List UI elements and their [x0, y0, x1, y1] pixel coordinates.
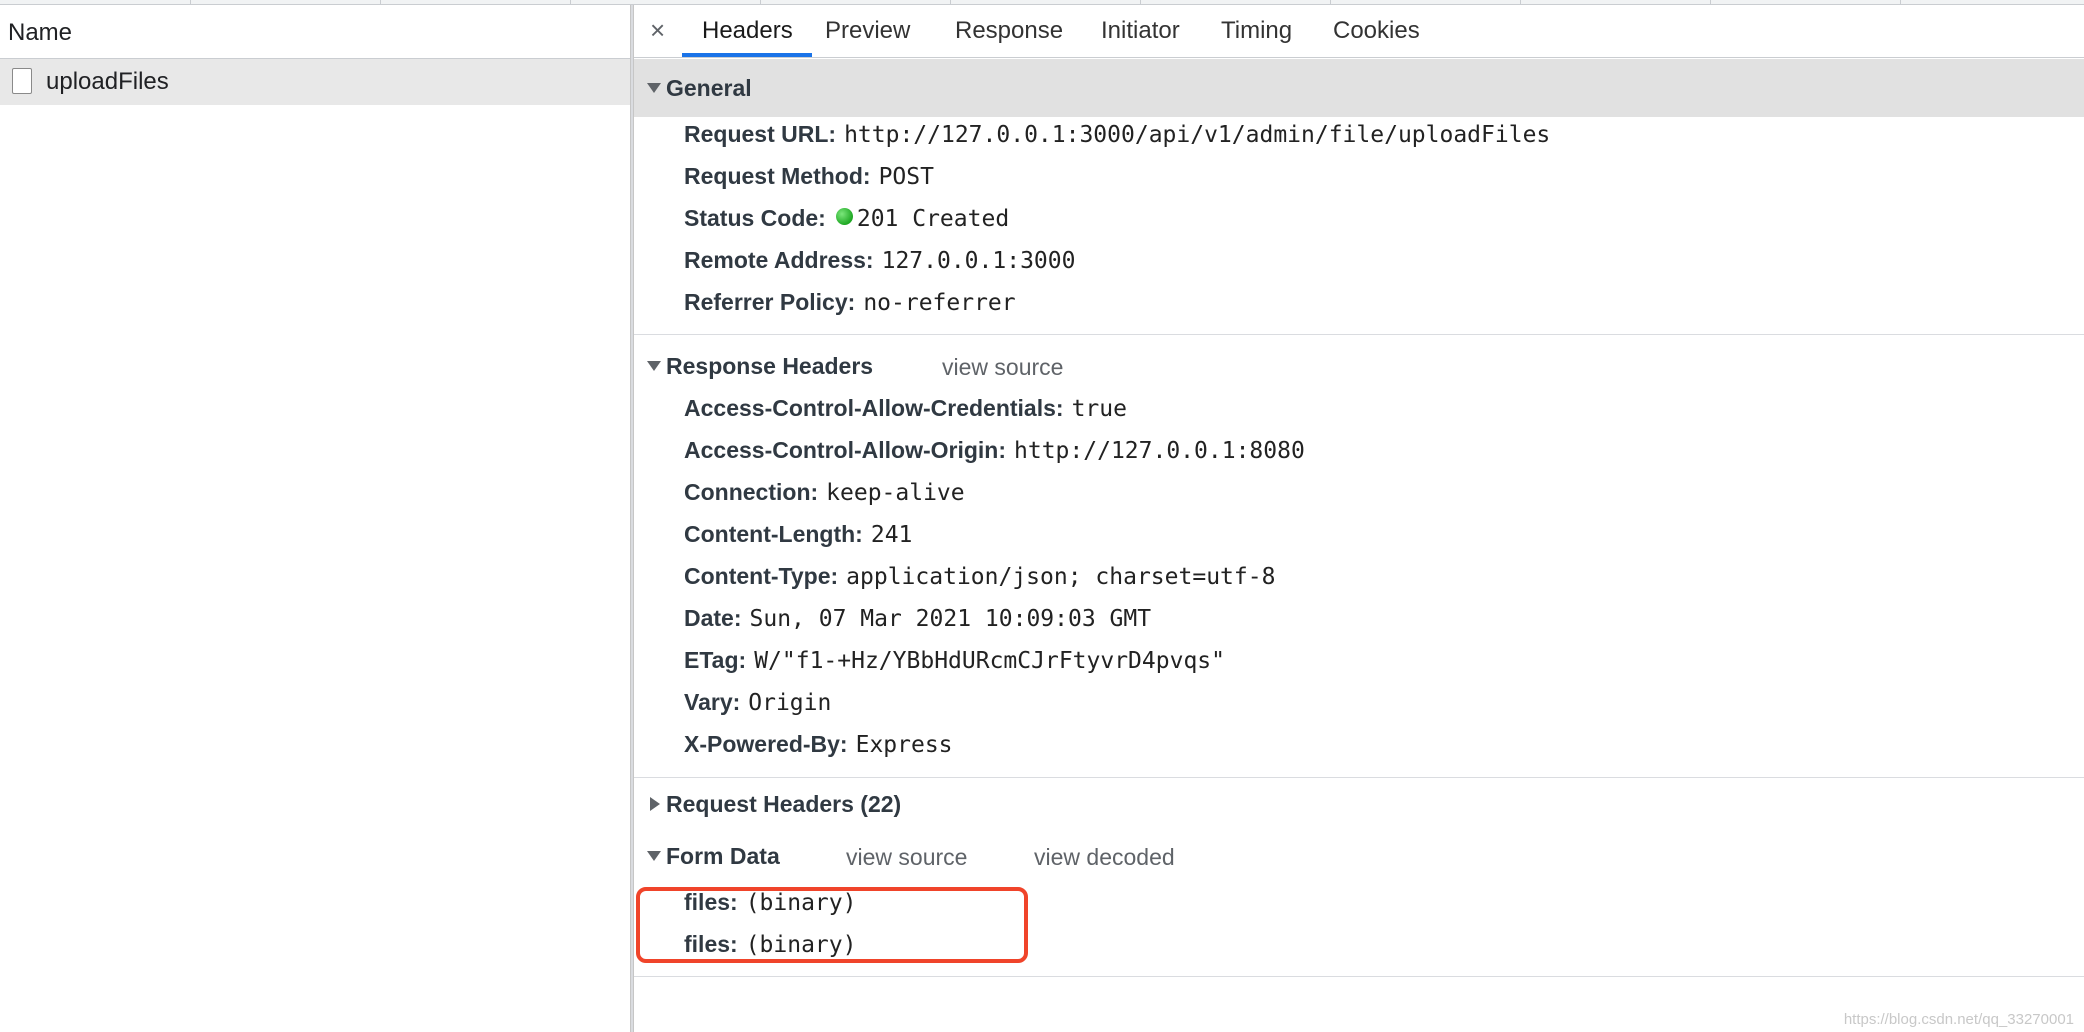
header-value: POST — [878, 164, 934, 190]
column-divider — [1900, 0, 1901, 4]
view-decoded-link[interactable]: view decoded — [1034, 844, 1175, 871]
request-details-panel: × Headers Preview Response Initiator Tim… — [634, 5, 2084, 1032]
response-header-row: X-Powered-By: Express — [684, 731, 953, 763]
active-tab-indicator — [682, 53, 812, 57]
header-key: Remote Address: — [684, 247, 874, 273]
section-divider — [634, 777, 2084, 778]
name-column-label: Name — [8, 19, 73, 46]
header-key: Date: — [684, 605, 742, 631]
header-key: Access-Control-Allow-Credentials: — [684, 395, 1064, 421]
header-value: http://127.0.0.1:8080 — [1014, 438, 1305, 464]
header-value: 127.0.0.1:3000 — [881, 248, 1076, 274]
general-row: Remote Address: 127.0.0.1:3000 — [684, 247, 1075, 279]
header-key: Content-Type: — [684, 563, 839, 589]
watermark-text: https://blog.csdn.net/qq_33270001 — [1843, 1011, 2074, 1028]
column-divider — [950, 0, 951, 4]
header-value: keep-alive — [826, 480, 965, 506]
column-divider — [760, 0, 761, 4]
general-row: Request Method: POST — [684, 163, 934, 195]
request-row-uploadfiles[interactable]: uploadFiles — [0, 59, 630, 105]
details-tabbar: × Headers Preview Response Initiator Tim… — [634, 5, 2084, 58]
general-row: Request URL: http://127.0.0.1:3000/api/v1… — [684, 121, 1550, 153]
header-key: Request Method: — [684, 163, 871, 189]
close-icon[interactable]: × — [650, 15, 665, 46]
section-divider — [634, 334, 2084, 335]
tab-preview[interactable]: Preview — [825, 17, 910, 45]
response-header-row: Content-Length: 241 — [684, 521, 912, 553]
triangle-down-icon[interactable] — [647, 83, 661, 93]
tab-timing[interactable]: Timing — [1221, 17, 1292, 45]
header-key: Content-Length: — [684, 521, 863, 547]
tab-headers[interactable]: Headers — [702, 17, 793, 45]
triangle-down-icon[interactable] — [647, 361, 661, 371]
view-source-link[interactable]: view source — [846, 844, 967, 871]
green-circle-icon — [835, 208, 853, 225]
header-value: true — [1071, 396, 1127, 422]
triangle-right-icon[interactable] — [650, 797, 660, 811]
column-divider — [380, 0, 381, 4]
name-column-header[interactable]: Name — [0, 5, 630, 59]
response-headers-title[interactable]: Response Headers — [666, 353, 873, 380]
response-header-row: Connection: keep-alive — [684, 479, 965, 511]
header-key: Access-Control-Allow-Origin: — [684, 437, 1007, 463]
column-divider — [1330, 0, 1331, 4]
response-header-row: Access-Control-Allow-Origin: http://127.0… — [684, 437, 1305, 469]
header-value: 241 — [870, 522, 913, 548]
header-value: Express — [855, 732, 953, 758]
column-divider — [1140, 0, 1141, 4]
header-value: no-referrer — [863, 290, 1016, 316]
header-value: W/"f1-+Hz/YBbHdURcmCJrFtyvrD4pvqs" — [754, 648, 1225, 674]
header-key: X-Powered-By: — [684, 731, 848, 757]
header-value: 201 Created — [856, 206, 1010, 232]
header-value: http://127.0.0.1:3000/api/v1/admin/file/… — [844, 122, 1551, 148]
general-row: Status Code: 201 Created — [684, 205, 1009, 237]
section-divider — [634, 976, 2084, 977]
view-source-link[interactable]: view source — [942, 354, 1063, 381]
tab-response[interactable]: Response — [955, 17, 1063, 45]
header-value: Origin — [748, 690, 832, 716]
general-row: Referrer Policy: no-referrer — [684, 289, 1016, 321]
header-key: Connection: — [684, 479, 819, 505]
response-header-row: Vary: Origin — [684, 689, 831, 721]
general-title: General — [666, 75, 752, 101]
column-divider — [1710, 0, 1711, 4]
annotation-highlight-box — [636, 887, 1028, 963]
column-divider — [570, 0, 571, 4]
header-value: application/json; charset=utf-8 — [846, 564, 1276, 590]
document-icon — [12, 68, 32, 94]
request-name: uploadFiles — [46, 68, 169, 95]
request-headers-title[interactable]: Request Headers (22) — [666, 791, 901, 818]
response-header-row: ETag: W/"f1-+Hz/YBbHdURcmCJrFtyvrD4pvqs" — [684, 647, 1225, 679]
form-data-title[interactable]: Form Data — [666, 843, 780, 870]
header-key: Vary: — [684, 689, 741, 715]
response-header-row: Date: Sun, 07 Mar 2021 10:09:03 GMT — [684, 605, 1151, 637]
header-key: Request URL: — [684, 121, 837, 147]
tab-initiator[interactable]: Initiator — [1101, 17, 1180, 45]
column-divider — [1520, 0, 1521, 4]
response-header-row: Content-Type: application/json; charset=u… — [684, 563, 1275, 595]
header-key: ETag: — [684, 647, 747, 673]
triangle-down-icon[interactable] — [647, 851, 661, 861]
request-list-panel: Name uploadFiles — [0, 5, 630, 1032]
response-header-row: Access-Control-Allow-Credentials: true — [684, 395, 1127, 427]
header-value: Sun, 07 Mar 2021 10:09:03 GMT — [749, 606, 1152, 632]
tab-cookies[interactable]: Cookies — [1333, 17, 1420, 45]
general-section-header[interactable] — [634, 59, 2084, 117]
column-divider — [190, 0, 191, 4]
header-key: Referrer Policy: — [684, 289, 856, 315]
header-key: Status Code: — [684, 205, 826, 231]
